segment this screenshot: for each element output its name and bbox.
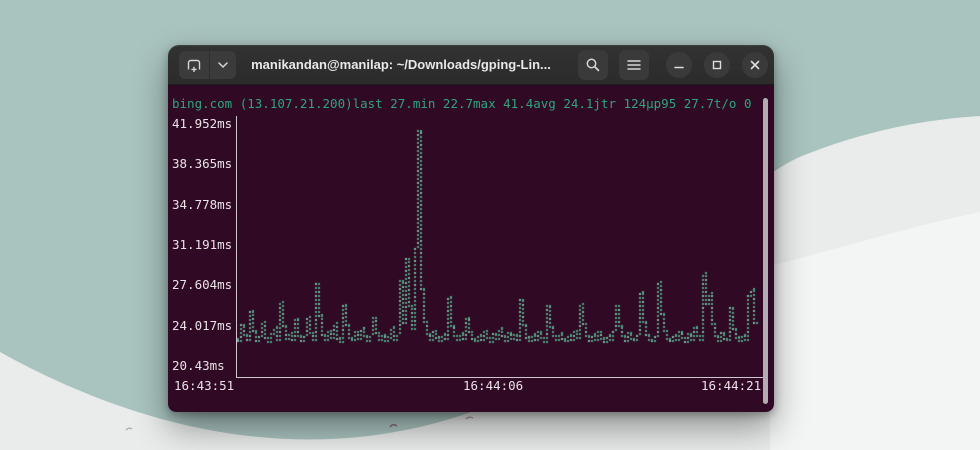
search-button[interactable] xyxy=(578,50,608,80)
maximize-icon xyxy=(712,60,722,70)
x-axis-tick: 16:44:21 xyxy=(701,378,762,393)
window-title: manikandan@manilap: ~/Downloads/gping-Li… xyxy=(251,57,551,72)
maximize-button[interactable] xyxy=(704,52,730,78)
menu-button[interactable] xyxy=(619,50,649,80)
terminal-screen[interactable]: bing.com (13.107.21.200)last 27.min 22.7… xyxy=(168,85,774,412)
minimize-icon xyxy=(674,66,684,69)
x-axis-tick: 16:43:51 xyxy=(174,378,235,393)
new-tab-button[interactable] xyxy=(179,51,209,79)
gping-stats-line: bing.com (13.107.21.200)last 27.min 22.7… xyxy=(172,96,752,111)
new-tab-icon xyxy=(187,59,201,72)
hamburger-menu-icon xyxy=(627,60,641,70)
gping-chart-canvas xyxy=(237,120,760,378)
chevron-down-icon xyxy=(218,62,228,69)
search-icon xyxy=(586,58,600,72)
desktop: manikandan@manilap: ~/Downloads/gping-Li… xyxy=(0,0,980,450)
y-axis-tick: 20.43ms xyxy=(172,358,225,373)
y-axis-tick: 24.017ms xyxy=(172,318,233,333)
minimize-button[interactable] xyxy=(666,52,692,78)
y-axis-tick: 38.365ms xyxy=(172,156,233,171)
close-button[interactable] xyxy=(742,52,768,78)
y-axis-tick: 31.191ms xyxy=(172,237,233,252)
close-icon xyxy=(750,60,760,70)
terminal-window: manikandan@manilap: ~/Downloads/gping-Li… xyxy=(168,45,774,412)
y-axis-tick: 27.604ms xyxy=(172,277,233,292)
titlebar[interactable]: manikandan@manilap: ~/Downloads/gping-Li… xyxy=(168,45,774,85)
terminal-scrollbar[interactable] xyxy=(763,98,768,404)
x-axis-tick: 16:44:06 xyxy=(463,378,524,393)
tab-list-dropdown-button[interactable] xyxy=(210,51,236,79)
y-axis-tick: 34.778ms xyxy=(172,197,233,212)
y-axis-tick: 41.952ms xyxy=(172,116,233,131)
